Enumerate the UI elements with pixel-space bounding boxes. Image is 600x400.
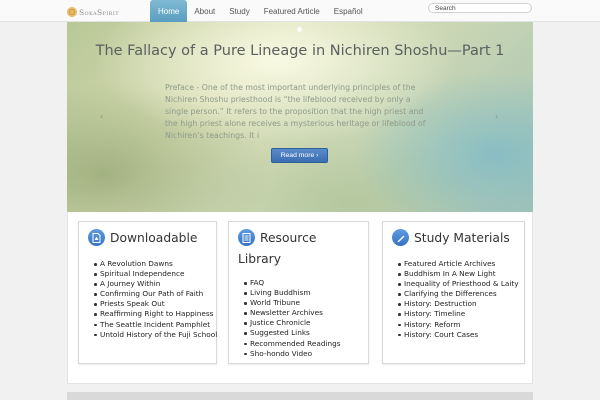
list-item[interactable]: History: Court Cases [398,330,519,340]
list-item[interactable]: History: Reform [398,320,519,330]
search-input[interactable] [428,3,532,13]
list-item[interactable]: Clarifying the Differences [398,289,519,299]
resource-library-box: Resource Library FAQ Living Buddhism Wor… [228,221,369,364]
list-item[interactable]: Buddhism In A New Light [398,269,519,279]
list-item[interactable]: Newsletter Archives [244,308,341,318]
downloadable-list: A Revolution Dawns Spiritual Independenc… [94,259,217,340]
hero-slider: The Fallacy of a Pure Lineage in Nichire… [67,22,533,212]
list-item[interactable]: Featured Article Archives [398,259,519,269]
slider-prev-arrow-icon[interactable]: ‹ [100,112,103,121]
site-logo[interactable]: SokaSpirit [67,6,119,18]
slider-pager-dot[interactable] [297,27,302,32]
list-item[interactable]: Spiritual Independence [94,269,217,279]
list-item[interactable]: A Revolution Dawns [94,259,217,269]
main-nav: Home About Study Featured Article Españo… [150,0,370,22]
list-item[interactable]: Inequality of Priesthood & Laity [398,279,519,289]
top-navigation-bar: SokaSpirit Home About Study Featured Art… [0,0,600,22]
hero-title[interactable]: The Fallacy of a Pure Lineage in Nichire… [67,42,533,60]
hero-excerpt: Preface - One of the most important unde… [165,83,426,140]
box-title: Study Materials [414,231,510,245]
list-item[interactable]: Untold History of the Fuji School [94,330,217,340]
nav-item-about[interactable]: About [187,1,222,21]
list-item[interactable]: World Tribune [244,298,341,308]
content-area: Downloadable A Revolution Dawns Spiritua… [67,212,533,384]
list-item[interactable]: Reaffirming Right to Happiness [94,309,217,319]
list-item[interactable]: Suggested Links [244,328,341,338]
box-title-continued: Library [238,252,281,266]
list-item[interactable]: Recommended Readings [244,339,341,349]
list-item[interactable]: History: Timeline [398,309,519,319]
list-item[interactable]: Justice Chronicle [244,318,341,328]
nav-item-study[interactable]: Study [222,1,256,21]
box-title: Resource [260,231,317,245]
read-more-button[interactable]: Read more › [271,148,328,163]
study-materials-box: Study Materials Featured Article Archive… [382,221,525,364]
list-item[interactable]: The Seattle Incident Pamphlet [94,320,217,330]
list-item[interactable]: A Journey Within [94,279,217,289]
resource-list: FAQ Living Buddhism World Tribune Newsle… [244,278,341,359]
nav-item-espanol[interactable]: Español [327,1,370,21]
list-item[interactable]: Priests Speak Out [94,299,217,309]
footer-strip [67,392,533,400]
downloadable-box: Downloadable A Revolution Dawns Spiritua… [78,221,217,364]
study-list: Featured Article Archives Buddhism In A … [398,259,519,340]
box-title: Downloadable [110,231,198,245]
logo-emblem-icon [67,7,77,17]
list-item[interactable]: Confirming Our Path of Faith [94,289,217,299]
logo-text: SokaSpirit [79,7,119,17]
nav-item-featured-article[interactable]: Featured Article [257,1,327,21]
pencil-icon [392,229,409,246]
nav-item-home[interactable]: Home [150,0,188,22]
document-icon [88,229,105,246]
list-item[interactable]: Living Buddhism [244,288,341,298]
list-item[interactable]: FAQ [244,278,341,288]
slider-next-arrow-icon[interactable]: › [495,112,498,121]
list-item[interactable]: History: Destruction [398,299,519,309]
list-item[interactable]: Sho-hondo Video [244,349,341,359]
book-icon [238,229,255,246]
